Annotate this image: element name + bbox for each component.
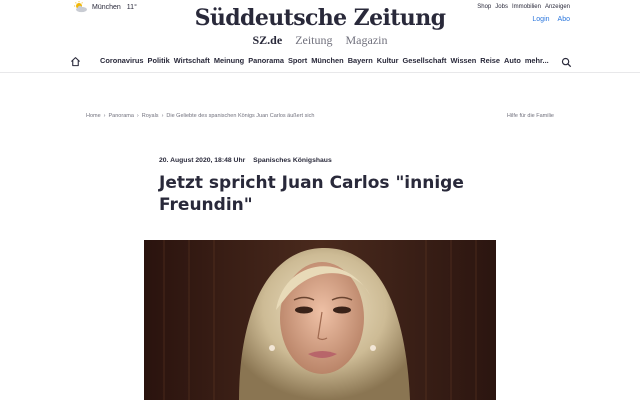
breadcrumb-separator-icon: › [161,113,164,119]
immobilien-link[interactable]: Immobilien [512,4,541,10]
nav-item-wissen[interactable]: Wissen [450,56,476,65]
edition-sz-de[interactable]: SZ.de [253,33,283,47]
article-photo [144,240,496,400]
shop-link[interactable]: Shop [477,4,491,10]
home-icon[interactable] [70,54,81,72]
search-icon[interactable] [561,55,572,73]
nav-item-auto[interactable]: Auto [504,56,521,65]
nav-item-mehr[interactable]: mehr... [525,56,549,65]
abo-link[interactable]: Abo [558,16,570,23]
nav-item-panorama[interactable]: Panorama [248,56,284,65]
article-meta: 20. August 2020, 18:48 Uhr Spanisches Kö… [159,157,332,164]
nav-items: Coronavirus Politik Wirtschaft Meinung P… [100,56,549,65]
breadcrumb-home[interactable]: Home [86,113,101,119]
article-topic[interactable]: Spanisches Königshaus [253,157,332,164]
nav-item-politik[interactable]: Politik [148,56,170,65]
anzeigen-link[interactable]: Anzeigen [545,4,570,10]
breadcrumb-separator-icon: › [136,113,139,119]
breadcrumb-separator-icon: › [103,113,106,119]
service-links: Shop Jobs Immobilien Anzeigen [477,4,570,10]
nav-item-bayern[interactable]: Bayern [348,56,373,65]
help-link[interactable]: Hilfe für die Familie [507,113,554,119]
account-links: Login Abo [532,16,570,23]
nav-item-gesellschaft[interactable]: Gesellschaft [403,56,447,65]
edition-links: SZ.de Zeitung Magazin [0,33,640,48]
breadcrumb: Home › Panorama › Royals › Die Geliebte … [86,113,314,119]
nav-item-wirtschaft[interactable]: Wirtschaft [174,56,210,65]
breadcrumb-royals[interactable]: Royals [142,113,159,119]
nav-item-muenchen[interactable]: München [311,56,343,65]
article-headline: Jetzt spricht Juan Carlos "innige Freund… [159,173,464,215]
nav-item-sport[interactable]: Sport [288,56,307,65]
nav-item-coronavirus[interactable]: Coronavirus [100,56,144,65]
nav-item-reise[interactable]: Reise [480,56,500,65]
main-nav: Coronavirus Politik Wirtschaft Meinung P… [0,52,640,73]
jobs-link[interactable]: Jobs [495,4,508,10]
header: München 11° Süddeutsche Zeitung SZ.de Ze… [0,0,640,50]
edition-magazin[interactable]: Magazin [346,33,388,47]
nav-item-kultur[interactable]: Kultur [377,56,399,65]
nav-item-meinung[interactable]: Meinung [214,56,244,65]
article-date: 20. August 2020, 18:48 Uhr [159,157,246,164]
breadcrumb-current: Die Geliebte des spanischen Königs Juan … [166,113,315,119]
edition-zeitung[interactable]: Zeitung [295,33,332,47]
breadcrumb-panorama[interactable]: Panorama [109,113,134,119]
login-link[interactable]: Login [532,16,549,23]
